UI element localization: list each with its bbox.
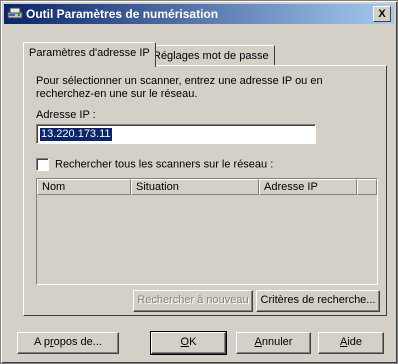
column-header-name[interactable]: Nom xyxy=(37,179,131,195)
tab-label: Paramètres d'adresse IP xyxy=(29,47,150,59)
help-button[interactable]: Aide xyxy=(318,332,384,354)
dialog-window: Outil Paramètres de numérisation X Param… xyxy=(0,0,398,364)
ok-accel: O xyxy=(180,336,190,348)
search-all-row[interactable]: Rechercher tous les scanners sur le rése… xyxy=(36,158,273,171)
title-bar[interactable]: Outil Paramètres de numérisation X xyxy=(4,4,394,24)
list-header: Nom Situation Adresse IP xyxy=(37,179,377,195)
search-again-button[interactable]: Rechercher à nouveau xyxy=(133,290,253,312)
about-button[interactable]: A propos de... xyxy=(17,332,119,354)
search-criteria-button[interactable]: Critères de recherche... xyxy=(256,290,380,312)
tab-password-settings[interactable]: Réglages mot de passe xyxy=(147,45,275,66)
close-button[interactable]: X xyxy=(373,6,391,22)
search-all-label: Rechercher tous les scanners sur le rése… xyxy=(55,158,274,171)
window-title: Outil Paramètres de numérisation xyxy=(26,7,219,21)
ip-address-label: Adresse IP : xyxy=(36,109,96,121)
tab-panel: Pour sélectionner un scanner, entrez une… xyxy=(23,65,387,316)
column-header-status[interactable]: Situation xyxy=(131,179,259,195)
tab-ip-settings[interactable]: Paramètres d'adresse IP xyxy=(23,42,156,67)
scanner-icon xyxy=(7,6,23,21)
column-header-ip[interactable]: Adresse IP xyxy=(259,179,357,195)
cancel-label-part: nnuler xyxy=(261,336,293,348)
column-header-filler xyxy=(357,179,377,195)
ok-label-part: K xyxy=(189,336,197,348)
ip-address-input[interactable]: 13.220.173.11 xyxy=(36,124,316,144)
scanner-list[interactable]: Nom Situation Adresse IP xyxy=(36,178,378,285)
cancel-accel: A xyxy=(254,336,262,348)
close-icon: X xyxy=(378,8,386,20)
search-all-checkbox[interactable] xyxy=(36,158,49,171)
help-label-part: ide xyxy=(347,336,363,348)
ok-button[interactable]: OK xyxy=(150,331,227,355)
cancel-button[interactable]: Annuler xyxy=(236,332,311,354)
about-label-part: opos de... xyxy=(53,336,102,348)
description-text: Pour sélectionner un scanner, entrez une… xyxy=(36,75,323,100)
ip-address-value: 13.220.173.11 xyxy=(40,128,112,141)
about-label-part: A p xyxy=(34,336,50,348)
tab-label: Réglages mot de passe xyxy=(153,50,269,62)
